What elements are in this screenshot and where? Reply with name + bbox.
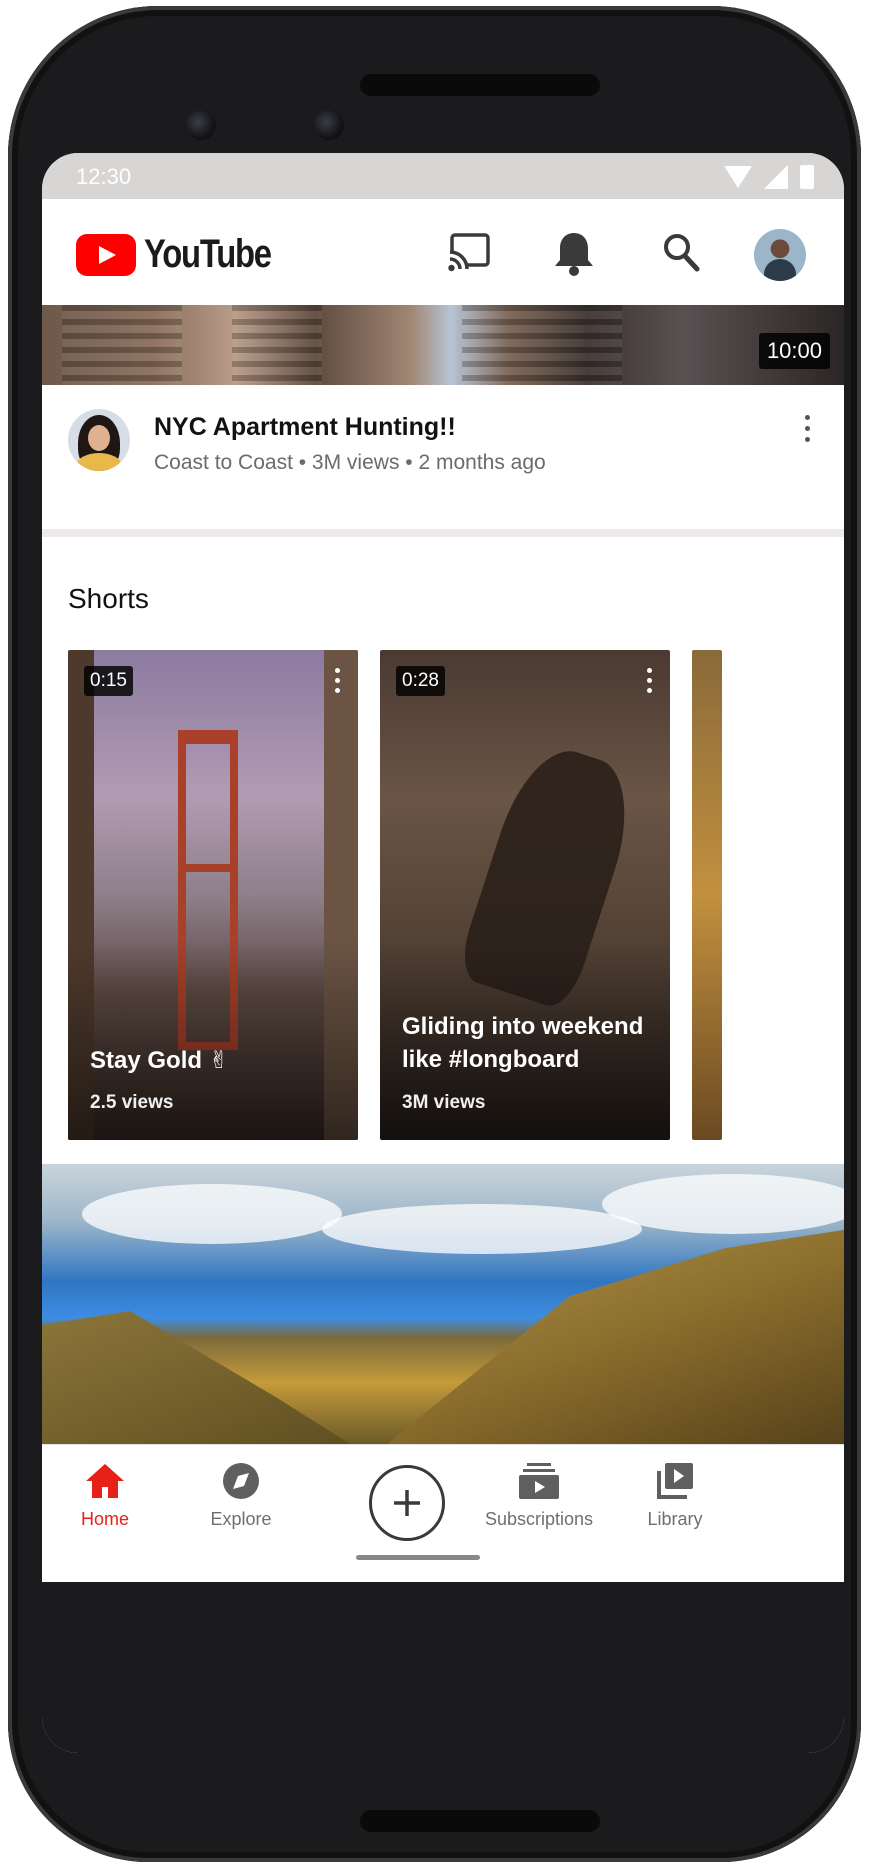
compass-icon (223, 1463, 259, 1499)
plus-icon (394, 1490, 420, 1516)
youtube-play-icon (76, 233, 136, 276)
home-indicator[interactable] (356, 1555, 480, 1560)
nav-label: Subscriptions (484, 1509, 594, 1529)
phone-screen: 12:30 YouTube 10:00 NYC Apartment Huntin… (42, 153, 844, 1753)
bottom-navigation: Home Explore Subscriptions Library (42, 1444, 844, 1582)
search-icon[interactable] (660, 229, 704, 280)
short-duration-badge: 0:15 (84, 666, 133, 696)
nav-label: Explore (210, 1509, 272, 1529)
create-button[interactable] (369, 1465, 445, 1541)
phone-bezel-bottom (42, 1582, 844, 1753)
subscriptions-icon (519, 1463, 559, 1499)
video-meta: Coast to Coast • 3M views • 2 months ago (154, 451, 546, 474)
channel-avatar[interactable] (68, 409, 130, 471)
short-card[interactable]: 0:15 Stay Gold ✌ 2.5 views (68, 650, 358, 1140)
cast-icon[interactable] (446, 229, 494, 280)
app-header: YouTube (42, 199, 844, 305)
short-duration-badge: 0:28 (396, 666, 445, 696)
short-card-partial[interactable] (692, 650, 722, 1140)
thumbnail-building (62, 305, 182, 385)
earpiece-speaker (360, 74, 600, 96)
video-info-row[interactable]: NYC Apartment Hunting!! Coast to Coast •… (42, 385, 844, 529)
battery-icon (800, 165, 814, 189)
youtube-logo[interactable]: YouTube (76, 232, 299, 277)
wifi-icon (724, 166, 752, 188)
section-divider (42, 529, 844, 537)
video-thumbnail[interactable] (42, 1164, 844, 1444)
brand-name: YouTube (144, 232, 272, 276)
bottom-speaker (360, 1810, 600, 1832)
thumbnail-building (232, 305, 322, 385)
video-thumbnail[interactable]: 10:00 (42, 305, 844, 385)
video-duration-badge: 10:00 (758, 333, 830, 369)
nav-label: Home (80, 1509, 129, 1529)
short-title: Stay Gold ✌ (90, 1047, 229, 1074)
nav-home[interactable]: Home (42, 1461, 180, 1530)
nav-label: Library (647, 1509, 703, 1529)
shorts-heading: Shorts (68, 583, 149, 614)
status-icons (724, 165, 814, 189)
nav-library[interactable]: Library (600, 1461, 750, 1530)
video-title[interactable]: NYC Apartment Hunting!! (154, 413, 456, 442)
front-sensor-icon (314, 110, 344, 140)
more-vert-icon[interactable] (335, 668, 340, 693)
short-views: 3M views (402, 1092, 486, 1113)
short-title: Gliding into weekend like #longboard (402, 1013, 644, 1073)
nav-explore[interactable]: Explore (166, 1461, 316, 1530)
short-views: 2.5 views (90, 1092, 174, 1113)
signal-icon (764, 165, 788, 189)
home-icon (86, 1464, 124, 1498)
thumbnail-building (462, 305, 622, 385)
status-time: 12:30 (76, 164, 132, 189)
account-avatar[interactable] (754, 229, 806, 281)
short-card[interactable]: 0:28 Gliding into weekend like #longboar… (380, 650, 670, 1140)
library-icon (657, 1463, 693, 1499)
more-vert-icon[interactable] (647, 668, 652, 693)
more-vert-icon[interactable] (802, 415, 812, 442)
bell-icon[interactable] (552, 229, 596, 282)
nav-subscriptions[interactable]: Subscriptions (464, 1461, 614, 1530)
status-bar: 12:30 (42, 153, 844, 199)
front-camera-icon (186, 110, 216, 140)
